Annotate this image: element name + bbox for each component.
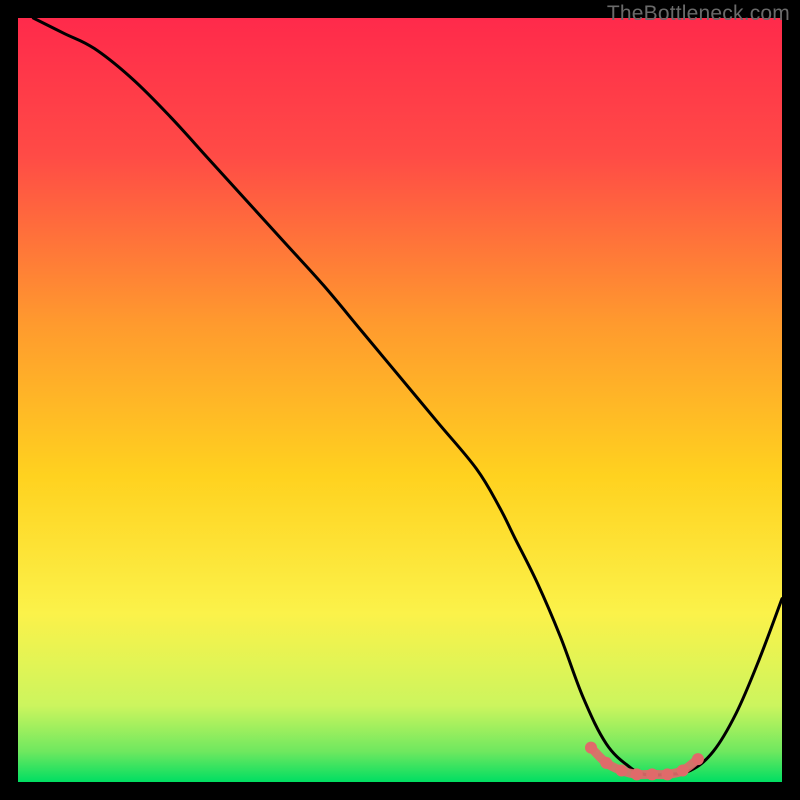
watermark-text: TheBottleneck.com (607, 2, 790, 26)
gradient-background (18, 18, 782, 782)
chart-plot-area (18, 18, 782, 782)
chart-svg (18, 18, 782, 782)
